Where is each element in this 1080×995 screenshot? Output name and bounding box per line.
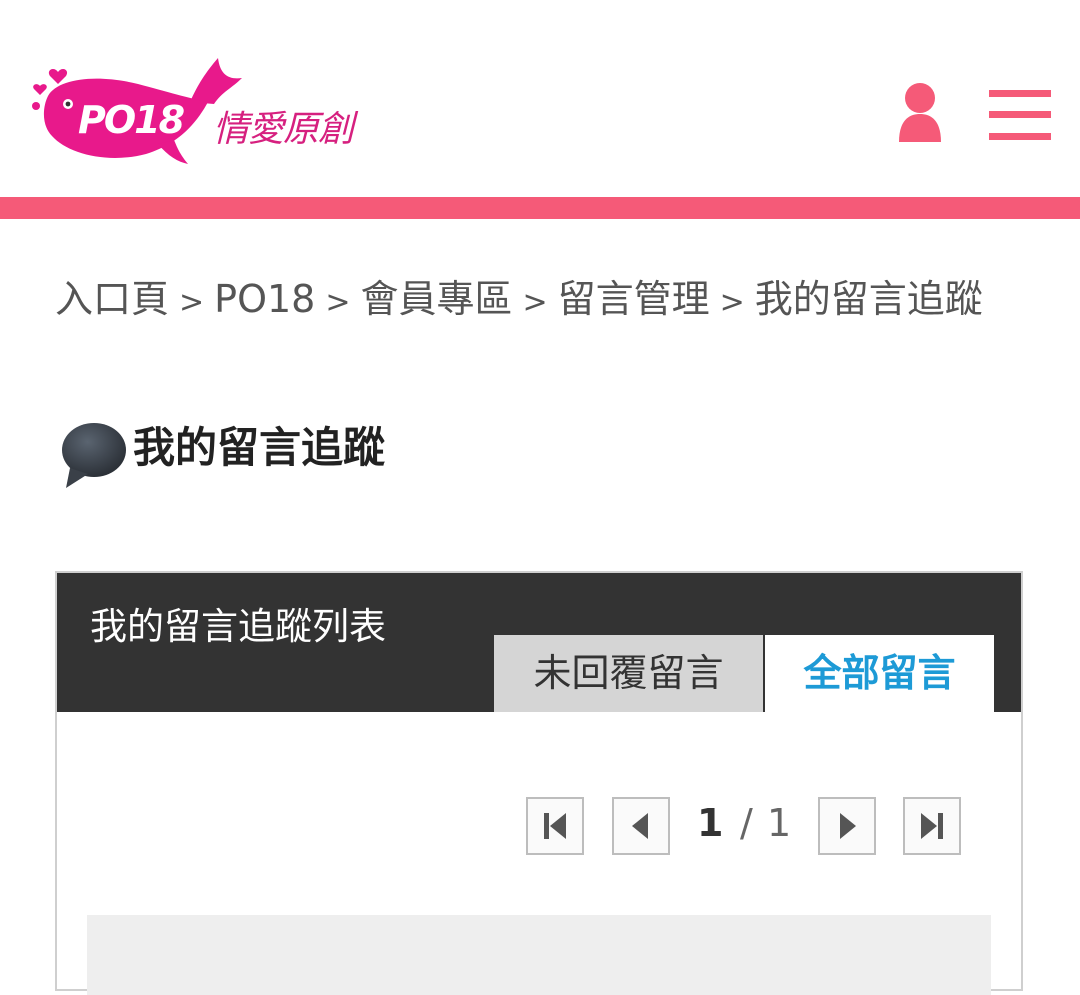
hamburger-menu-icon[interactable] <box>989 88 1051 142</box>
last-page-button[interactable] <box>903 797 961 855</box>
first-page-button[interactable] <box>526 797 584 855</box>
breadcrumb-separator: > <box>179 285 205 320</box>
breadcrumb-po18[interactable]: PO18 <box>214 277 315 321</box>
tab-all-comments[interactable]: 全部留言 <box>765 635 994 712</box>
next-page-button[interactable] <box>818 797 876 855</box>
logo-text: PO18 <box>78 98 185 142</box>
brand-text: 情愛原創 <box>213 109 354 150</box>
last-page-icon <box>921 813 943 839</box>
comment-tracking-panel: 我的留言追蹤列表 未回覆留言 全部留言 1 / 1 <box>55 571 1023 995</box>
panel-title: 我的留言追蹤列表 <box>90 605 386 648</box>
breadcrumb-member-area[interactable]: 會員專區 <box>360 277 512 321</box>
chevron-right-icon <box>840 813 856 839</box>
panel-header: 我的留言追蹤列表 未回覆留言 全部留言 <box>57 573 1021 712</box>
page-title: 我的留言追蹤 <box>133 423 386 472</box>
breadcrumb-separator: > <box>522 285 548 320</box>
total-pages: 1 <box>767 801 792 845</box>
comment-list <box>87 915 991 995</box>
breadcrumb-comment-management[interactable]: 留言管理 <box>558 277 710 321</box>
chevron-left-icon <box>632 813 648 839</box>
breadcrumb: 入口頁 > PO18 > 會員專區 > 留言管理 > 我的留言追蹤 <box>55 276 1015 326</box>
speech-bubble-icon <box>60 418 130 490</box>
current-page-number: 1 <box>697 801 724 845</box>
breadcrumb-current: 我的留言追蹤 <box>754 277 983 321</box>
first-page-icon <box>544 813 566 839</box>
breadcrumb-home[interactable]: 入口頁 <box>55 277 169 321</box>
site-header: PO18 情愛原創 <box>0 0 1080 196</box>
breadcrumb-separator: > <box>719 285 745 320</box>
previous-page-button[interactable] <box>612 797 670 855</box>
breadcrumb-separator: > <box>325 285 351 320</box>
page-separator: / <box>740 801 753 845</box>
user-icon[interactable] <box>896 82 944 144</box>
header-accent-bar <box>0 197 1080 219</box>
tab-unreplied-comments[interactable]: 未回覆留言 <box>494 635 763 712</box>
